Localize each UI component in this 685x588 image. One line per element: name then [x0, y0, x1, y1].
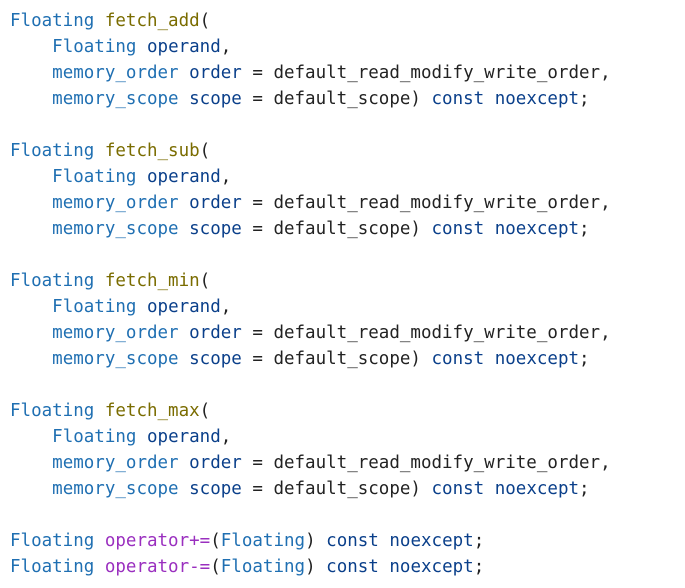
qualifier: const	[432, 349, 485, 369]
decl-fetch-min: Floating fetch_min( Floating operand, me…	[10, 271, 611, 369]
param-type: Floating	[221, 531, 305, 551]
param-name: order	[189, 453, 242, 473]
param-name: operand	[147, 37, 221, 57]
return-type: Floating	[10, 11, 94, 31]
return-type: Floating	[10, 401, 94, 421]
param-type: Floating	[52, 37, 136, 57]
return-type: Floating	[10, 141, 94, 161]
return-type: Floating	[10, 531, 94, 551]
param-name: order	[189, 323, 242, 343]
param-default: default_read_modify_write_order	[273, 63, 600, 83]
decl-operator-plus-eq: Floating operator+=(Floating) const noex…	[10, 531, 484, 551]
param-type: Floating	[52, 427, 136, 447]
param-type: Floating	[221, 557, 305, 577]
param-type: Floating	[52, 167, 136, 187]
param-name: order	[189, 193, 242, 213]
param-type: memory_scope	[52, 89, 178, 109]
function-name: fetch_max	[105, 401, 200, 421]
return-type: Floating	[10, 271, 94, 291]
param-type: memory_order	[52, 323, 178, 343]
qualifier: noexcept	[389, 531, 473, 551]
qualifier: noexcept	[495, 349, 579, 369]
param-type: memory_scope	[52, 219, 178, 239]
param-default: default_read_modify_write_order	[273, 193, 600, 213]
param-name: scope	[189, 219, 242, 239]
qualifier: const	[432, 219, 485, 239]
operator-symbol: -=	[189, 557, 210, 577]
qualifier: const	[326, 531, 379, 551]
operator-keyword: operator	[105, 557, 189, 577]
operator-symbol: +=	[189, 531, 210, 551]
param-default: default_read_modify_write_order	[273, 323, 600, 343]
function-name: fetch_add	[105, 11, 200, 31]
param-type: memory_scope	[52, 349, 178, 369]
param-type: memory_order	[52, 453, 178, 473]
param-name: operand	[147, 297, 221, 317]
param-default: default_scope	[273, 219, 410, 239]
param-name: operand	[147, 427, 221, 447]
return-type: Floating	[10, 557, 94, 577]
decl-fetch-sub: Floating fetch_sub( Floating operand, me…	[10, 141, 611, 239]
param-type: memory_order	[52, 63, 178, 83]
param-type: memory_scope	[52, 479, 178, 499]
decl-fetch-max: Floating fetch_max( Floating operand, me…	[10, 401, 611, 499]
qualifier: noexcept	[495, 479, 579, 499]
decl-operator-minus-eq: Floating operator-=(Floating) const noex…	[10, 557, 484, 577]
qualifier: const	[432, 89, 485, 109]
param-type: memory_order	[52, 193, 178, 213]
param-default: default_scope	[273, 89, 410, 109]
param-name: scope	[189, 479, 242, 499]
qualifier: const	[432, 479, 485, 499]
param-name: scope	[189, 89, 242, 109]
param-name: scope	[189, 349, 242, 369]
qualifier: noexcept	[495, 219, 579, 239]
param-default: default_scope	[273, 479, 410, 499]
param-default: default_read_modify_write_order	[273, 453, 600, 473]
operator-keyword: operator	[105, 531, 189, 551]
param-name: order	[189, 63, 242, 83]
decl-fetch-add: Floating fetch_add( Floating operand, me…	[10, 11, 611, 109]
param-type: Floating	[52, 297, 136, 317]
function-name: fetch_min	[105, 271, 200, 291]
function-name: fetch_sub	[105, 141, 200, 161]
qualifier: noexcept	[495, 89, 579, 109]
code-listing: Floating fetch_add( Floating operand, me…	[0, 0, 685, 588]
param-name: operand	[147, 167, 221, 187]
param-default: default_scope	[273, 349, 410, 369]
qualifier: noexcept	[389, 557, 473, 577]
qualifier: const	[326, 557, 379, 577]
